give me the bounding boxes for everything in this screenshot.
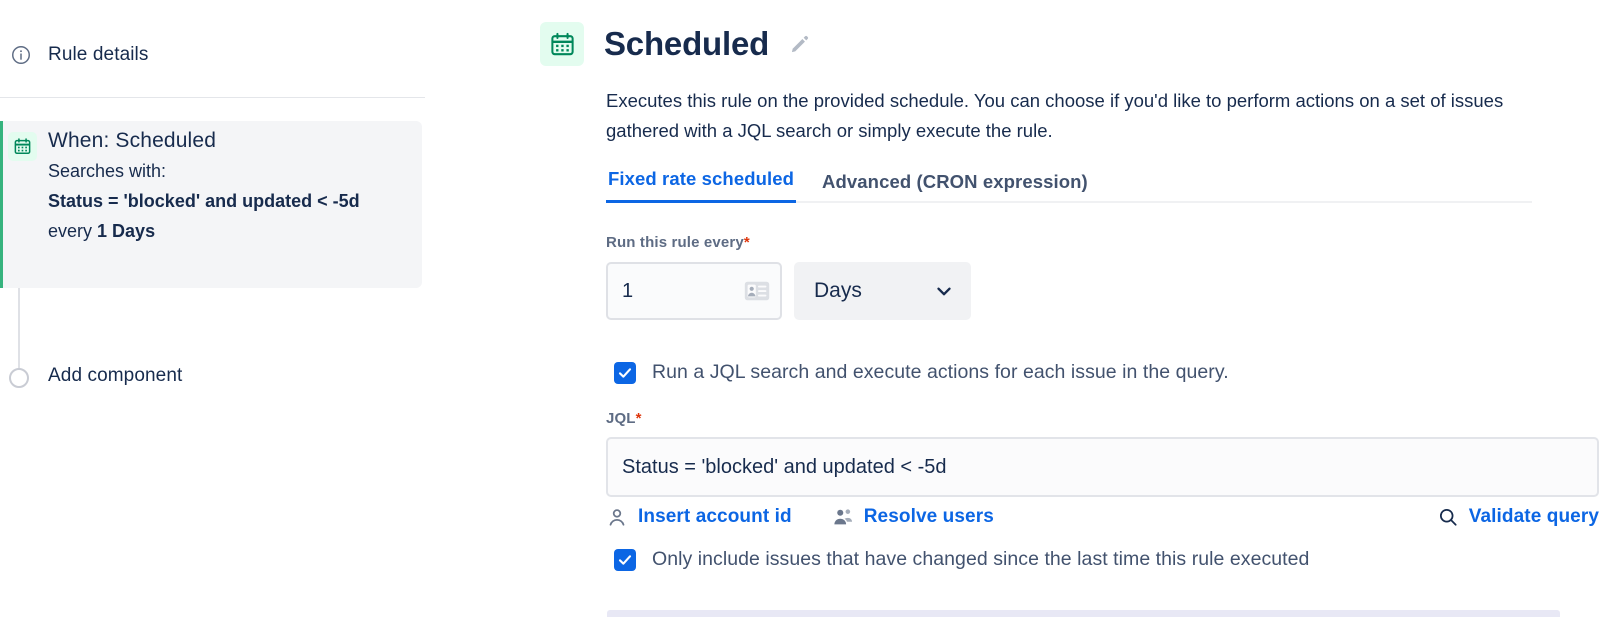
resolve-users-label: Resolve users [864,506,994,528]
validate-query-link[interactable]: Validate query [1437,506,1599,528]
jql-search-checkbox-label: Run a JQL search and execute actions for… [652,361,1229,384]
page-title: Scheduled [604,24,769,64]
chevron-down-icon [933,280,955,302]
search-icon [1437,506,1459,528]
smart-value-card-icon[interactable] [744,281,770,301]
add-component-node-icon[interactable] [9,368,29,388]
component-header: Scheduled [540,22,811,66]
required-asterisk: * [744,234,750,251]
trigger-card-every-value: 1 Days [97,221,155,241]
trigger-card-every-prefix: every [48,221,97,241]
automation-rule-editor: Rule details [0,0,1600,617]
checkbox-checked-icon[interactable] [614,549,636,571]
trigger-card-jql-summary: Status = 'blocked' and updated < -5d [48,186,408,216]
sidebar-divider [0,97,425,98]
run-every-unit-select[interactable]: Days [794,262,971,320]
checkbox-checked-icon[interactable] [614,362,636,384]
rule-chain-sidebar: Rule details [0,0,425,617]
trigger-card-body: When: Scheduled Searches with: Status = … [48,126,408,246]
run-every-value: 1 [622,280,744,303]
add-component-button[interactable]: Add component [48,365,182,387]
insert-account-id-label: Insert account id [638,506,792,528]
resolve-users-link[interactable]: Resolve users [832,506,994,528]
jql-action-links: Insert account id Resolve users [606,506,1599,528]
jql-input[interactable]: Status = 'blocked' and updated < -5d [606,437,1599,497]
calendar-icon [8,132,37,161]
calendar-icon [540,22,584,66]
component-config-panel: Scheduled Executes this rule on the prov… [540,0,1600,617]
validate-query-label: Validate query [1469,506,1599,528]
trigger-card-schedule: every 1 Days [48,216,408,246]
required-asterisk: * [636,410,642,427]
changed-only-checkbox-row[interactable]: Only include issues that have changed si… [614,548,1309,571]
jql-field-label: JQL* [606,410,642,427]
trigger-card-jql-text: Status = 'blocked' and updated < -5d [48,191,360,211]
people-icon [832,506,854,528]
tab-advanced-cron-expression[interactable]: Advanced (CRON expression) [820,171,1090,203]
sidebar-item-rule-details[interactable]: Rule details [0,44,148,66]
jql-field-label-text: JQL [606,410,636,427]
trigger-card-title: When: Scheduled [48,126,408,156]
bottom-panel-edge [607,610,1560,617]
changed-only-checkbox-label: Only include issues that have changed si… [652,548,1309,571]
trigger-card-searches-label: Searches with: [48,156,408,186]
pencil-icon[interactable] [789,33,811,55]
run-every-label: Run this rule every* [606,234,750,251]
insert-account-id-link[interactable]: Insert account id [606,506,792,528]
component-description: Executes this rule on the provided sched… [606,86,1536,146]
run-every-input[interactable]: 1 [606,262,782,320]
person-circle-icon [606,506,628,528]
jql-input-value: Status = 'blocked' and updated < -5d [622,456,947,479]
run-every-label-text: Run this rule every [606,234,744,251]
trigger-card-when-scheduled[interactable]: When: Scheduled Searches with: Status = … [0,121,422,288]
schedule-mode-tabs: Fixed rate scheduled Advanced (CRON expr… [606,166,1532,203]
rule-details-label: Rule details [48,44,148,66]
tab-fixed-rate-scheduled[interactable]: Fixed rate scheduled [606,168,796,203]
jql-search-checkbox-row[interactable]: Run a JQL search and execute actions for… [614,361,1229,384]
info-circle-icon [10,44,32,66]
run-every-unit-value: Days [814,279,933,303]
